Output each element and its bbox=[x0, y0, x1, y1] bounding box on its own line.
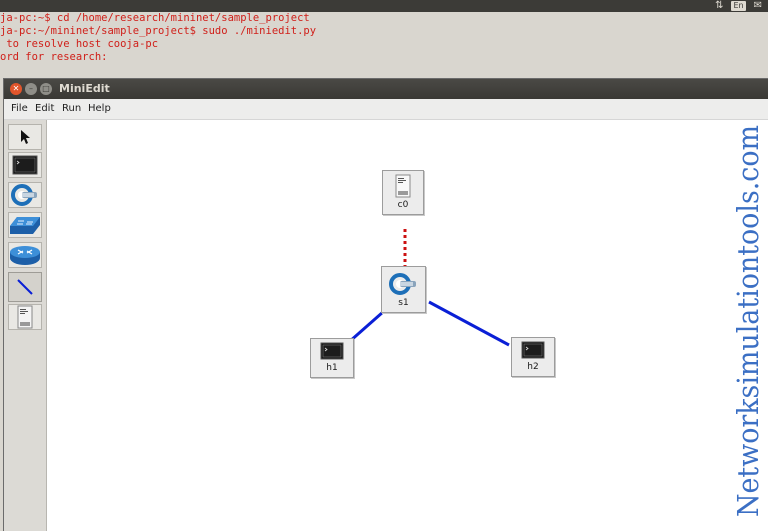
topology-canvas[interactable]: c0 s1 h1 h2 bbox=[47, 120, 768, 531]
tool-palette bbox=[4, 120, 47, 531]
router-tool-button[interactable] bbox=[8, 242, 42, 268]
switch-icon bbox=[388, 273, 416, 295]
link-line-icon bbox=[17, 279, 33, 295]
select-tool-button[interactable] bbox=[8, 124, 42, 150]
window-titlebar[interactable]: ✕ – □ MiniEdit bbox=[4, 79, 768, 99]
controller-icon bbox=[395, 174, 411, 198]
controller-icon bbox=[17, 305, 33, 329]
router-icon bbox=[10, 246, 40, 265]
menu-help[interactable]: Help bbox=[88, 102, 111, 116]
link-s1-h2[interactable] bbox=[428, 300, 510, 347]
mail-icon[interactable]: ✉ bbox=[754, 0, 762, 12]
terminal-line: ja-pc:~$ cd /home/research/mininet/sampl… bbox=[0, 12, 310, 24]
menu-run[interactable]: Run bbox=[62, 102, 81, 116]
updown-arrows-icon[interactable]: ⇅ bbox=[715, 0, 723, 12]
terminal-icon bbox=[12, 155, 38, 175]
node-label: c0 bbox=[397, 200, 409, 210]
terminal-line: to resolve host cooja-pc bbox=[0, 38, 159, 50]
netlink-tool-button[interactable] bbox=[8, 272, 42, 302]
controller-node-c0[interactable]: c0 bbox=[382, 170, 424, 215]
host-node-h2[interactable]: h2 bbox=[511, 337, 555, 377]
node-label: h2 bbox=[527, 362, 539, 372]
link-s1-h1[interactable] bbox=[348, 310, 384, 344]
switch-node-s1[interactable]: s1 bbox=[381, 266, 426, 313]
node-label: h1 bbox=[326, 363, 338, 373]
watermark-text: Networksimulationtools.com bbox=[731, 125, 765, 517]
close-window-button[interactable]: ✕ bbox=[10, 83, 22, 95]
minimize-window-button[interactable]: – bbox=[25, 83, 37, 95]
switch-tool-button[interactable] bbox=[8, 182, 42, 208]
controller-tool-button[interactable] bbox=[8, 304, 42, 330]
system-tray: ⇅ En ✉ bbox=[715, 0, 762, 12]
legacy-switch-icon bbox=[10, 217, 40, 234]
terminal-icon bbox=[521, 341, 545, 359]
host-tool-button[interactable] bbox=[8, 152, 42, 178]
menu-edit[interactable]: Edit bbox=[35, 102, 54, 116]
terminal-icon bbox=[320, 342, 344, 360]
switch-icon bbox=[11, 184, 37, 206]
menu-file[interactable]: File bbox=[11, 102, 28, 116]
host-node-h1[interactable]: h1 bbox=[310, 338, 354, 378]
legacy-switch-tool-button[interactable] bbox=[8, 212, 42, 238]
terminal-line: ja-pc:~/mininet/sample_project$ sudo ./m… bbox=[0, 25, 317, 37]
arrow-pointer-icon bbox=[21, 130, 30, 144]
system-top-panel: ⇅ En ✉ bbox=[0, 0, 768, 12]
menu-bar: File Edit Run Help bbox=[4, 99, 768, 120]
keyboard-layout-indicator[interactable]: En bbox=[731, 1, 746, 11]
miniedit-window: ✕ – □ MiniEdit File Edit Run Help c0 s1 … bbox=[4, 79, 768, 531]
window-title: MiniEdit bbox=[59, 82, 110, 95]
node-label: s1 bbox=[398, 298, 409, 308]
watermark: Networksimulationtools.com bbox=[731, 125, 765, 517]
maximize-window-button[interactable]: □ bbox=[40, 83, 52, 95]
terminal-line: ord for research: bbox=[0, 51, 108, 63]
